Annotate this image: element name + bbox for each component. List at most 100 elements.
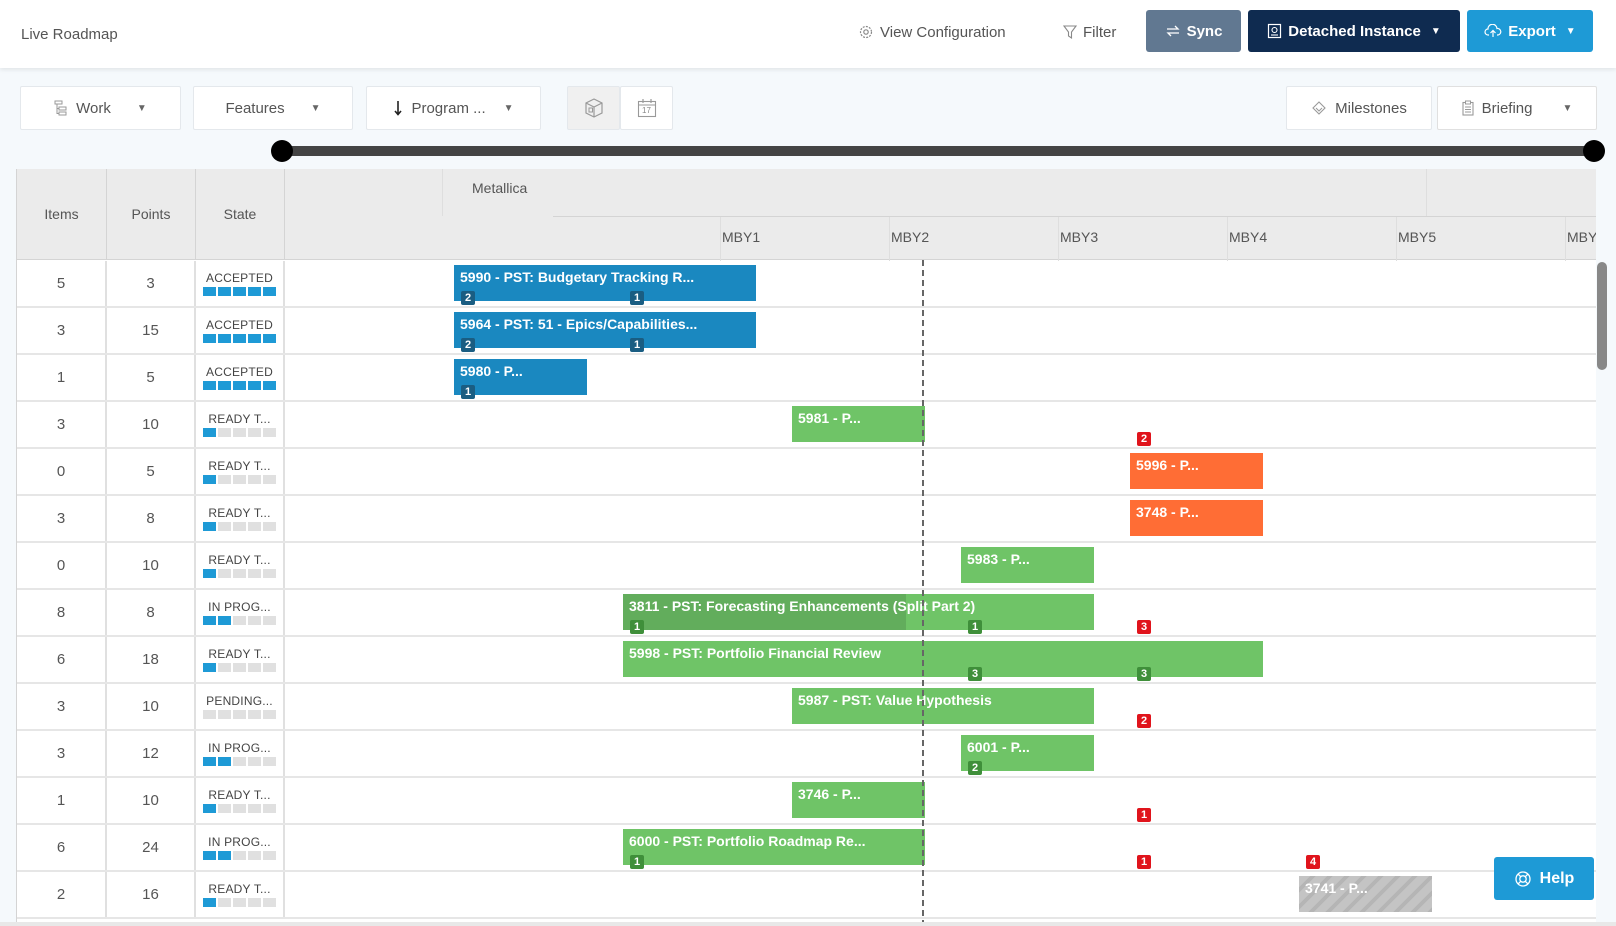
dependency-badge[interactable]: 4 xyxy=(1306,855,1320,869)
dependency-badge[interactable]: 2 xyxy=(1137,714,1151,728)
table-row[interactable]: 0 10 READY T... xyxy=(17,543,1596,590)
state-label: IN PROG... xyxy=(208,600,271,614)
milestones-button[interactable]: Milestones xyxy=(1286,86,1432,130)
progress-segment xyxy=(218,898,231,907)
sync-icon xyxy=(1165,24,1181,38)
story-count-badge[interactable]: 3 xyxy=(968,667,982,681)
iteration-divider xyxy=(720,217,721,261)
story-count-badge[interactable]: 1 xyxy=(630,620,644,634)
progress-segment xyxy=(218,475,231,484)
items-cell: 8 xyxy=(17,590,107,635)
state-progress-indicator xyxy=(203,334,276,343)
state-cell: ACCEPTED xyxy=(196,261,285,306)
top-bar: Live Roadmap View Configuration Filter S… xyxy=(0,0,1616,68)
items-cell: 1 xyxy=(17,778,107,823)
table-row[interactable]: 3 8 READY T... xyxy=(17,496,1596,543)
state-progress-indicator xyxy=(203,428,276,437)
story-count-badge[interactable]: 1 xyxy=(630,291,644,305)
table-row[interactable]: 0 5 READY T... xyxy=(17,449,1596,496)
feature-bar[interactable]: 3811 - PST: Forecasting Enhancements (Sp… xyxy=(623,594,1095,630)
feature-bar[interactable]: 3746 - P... xyxy=(792,782,926,818)
progress-segment xyxy=(248,522,261,531)
feature-bar[interactable]: 5990 - PST: Budgetary Tracking R... xyxy=(454,265,757,301)
export-button[interactable]: Export ▼ xyxy=(1467,10,1593,52)
feature-bar[interactable]: 5983 - P... xyxy=(961,547,1095,583)
feature-bar[interactable]: 6000 - PST: Portfolio Roadmap Re... xyxy=(623,829,926,865)
story-count-badge[interactable]: 1 xyxy=(968,620,982,634)
range-start-handle[interactable] xyxy=(271,140,293,162)
iteration-label: MBY1 xyxy=(722,229,761,245)
dependency-badge[interactable]: 2 xyxy=(1137,432,1151,446)
feature-bar[interactable]: 5981 - P... xyxy=(792,406,926,442)
progress-segment xyxy=(263,616,276,625)
feature-bar-label: 3748 - P... xyxy=(1136,504,1199,520)
features-label: Features xyxy=(225,99,285,117)
feature-bar[interactable]: 5987 - PST: Value Hypothesis xyxy=(792,688,1095,724)
table-row[interactable]: 3 12 IN PROG... xyxy=(17,731,1596,778)
gear-icon xyxy=(858,24,874,40)
table-row[interactable]: 1 5 ACCEPTED xyxy=(17,355,1596,402)
items-cell: 3 xyxy=(17,731,107,776)
calendar-icon: 17 xyxy=(636,97,658,119)
points-cell: 16 xyxy=(107,872,196,917)
filter-button[interactable]: Filter xyxy=(1063,21,1116,43)
state-label: READY T... xyxy=(208,647,271,661)
feature-bar[interactable]: 5964 - PST: 51 - Epics/Capabilities... xyxy=(454,312,757,348)
feature-bar[interactable]: 3748 - P... xyxy=(1130,500,1264,536)
dependency-badge[interactable]: 1 xyxy=(1137,808,1151,822)
briefing-label: Briefing xyxy=(1481,99,1533,117)
feature-bar-label: 5987 - PST: Value Hypothesis xyxy=(798,692,992,708)
progress-segment xyxy=(263,757,276,766)
progress-segment xyxy=(263,663,276,672)
story-count-badge[interactable]: 2 xyxy=(461,338,475,352)
work-label: Work xyxy=(76,99,111,117)
range-end-handle[interactable] xyxy=(1583,140,1605,162)
package-view-button[interactable] xyxy=(567,86,620,130)
help-button[interactable]: Help xyxy=(1494,857,1594,900)
story-count-badge[interactable]: 2 xyxy=(461,291,475,305)
iteration-header-row: MBY1 MBY2 MBY3 MBY4 MBY5 MBY6 xyxy=(553,216,1596,261)
features-dropdown[interactable]: Features ▼ xyxy=(193,86,353,130)
state-cell: READY T... xyxy=(196,449,285,494)
feature-bar-label: 6001 - P... xyxy=(967,739,1030,755)
progress-segment xyxy=(218,757,231,766)
work-dropdown[interactable]: Work ▼ xyxy=(20,86,181,130)
timeline-range-slider[interactable] xyxy=(282,146,1595,156)
progress-segment xyxy=(248,475,261,484)
story-count-badge[interactable]: 1 xyxy=(630,855,644,869)
iteration-divider xyxy=(1058,217,1059,261)
feature-bar[interactable]: 3741 - P... xyxy=(1299,876,1433,912)
briefing-dropdown[interactable]: Briefing ▼ xyxy=(1437,86,1597,130)
dependency-badge[interactable]: 3 xyxy=(1137,620,1151,634)
sync-button[interactable]: Sync xyxy=(1146,10,1241,52)
group-divider xyxy=(1426,169,1427,216)
table-row[interactable]: 3 15 ACCEPTED xyxy=(17,308,1596,355)
progress-segment xyxy=(203,663,216,672)
detached-instance-button[interactable]: Detached Instance ▼ xyxy=(1248,10,1460,52)
story-count-badge[interactable]: 2 xyxy=(968,761,982,775)
chevron-down-icon: ▼ xyxy=(1430,25,1441,37)
view-configuration-button[interactable]: View Configuration xyxy=(858,21,1006,43)
items-cell: 0 xyxy=(17,449,107,494)
points-cell: 18 xyxy=(107,637,196,682)
table-row[interactable]: 5 3 ACCEPTED xyxy=(17,261,1596,308)
calendar-view-button[interactable]: 17 xyxy=(620,86,673,130)
story-count-badge[interactable]: 1 xyxy=(630,338,644,352)
progress-segment xyxy=(233,381,246,390)
state-cell: IN PROG... xyxy=(196,590,285,635)
items-column-header[interactable]: Items xyxy=(17,169,107,260)
vertical-scrollbar[interactable] xyxy=(1597,262,1607,370)
progress-segment xyxy=(203,710,216,719)
state-label: ACCEPTED xyxy=(206,318,273,332)
story-count-badge[interactable]: 3 xyxy=(1137,667,1151,681)
feature-bar[interactable]: 5996 - P... xyxy=(1130,453,1264,489)
progress-segment xyxy=(233,616,246,625)
progress-segment xyxy=(248,569,261,578)
points-column-header[interactable]: Points xyxy=(107,169,196,260)
program-sort-dropdown[interactable]: Program ... ▼ xyxy=(366,86,541,130)
iteration-label: MBY6 xyxy=(1567,229,1596,245)
dependency-badge[interactable]: 1 xyxy=(1137,855,1151,869)
state-column-header[interactable]: State xyxy=(196,169,285,260)
feature-bar[interactable]: 5998 - PST: Portfolio Financial Review xyxy=(623,641,1264,677)
story-count-badge[interactable]: 1 xyxy=(461,385,475,399)
